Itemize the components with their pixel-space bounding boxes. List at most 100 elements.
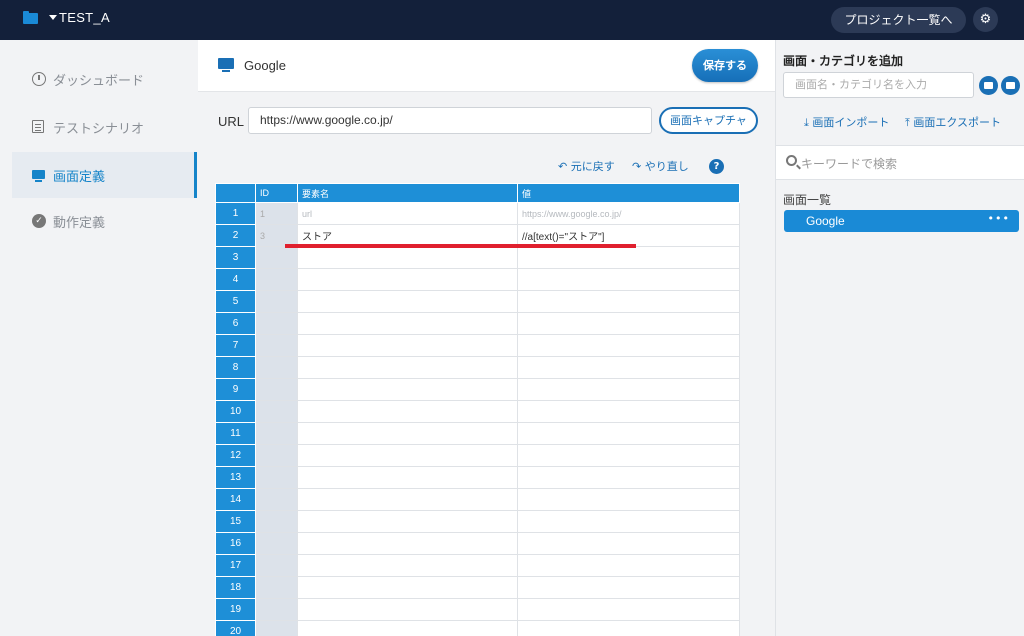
add-category-button[interactable] xyxy=(1001,76,1020,95)
element-name-cell[interactable] xyxy=(297,532,518,555)
id-cell[interactable] xyxy=(255,268,298,291)
element-value-cell[interactable] xyxy=(517,532,740,555)
element-value-cell[interactable] xyxy=(517,290,740,313)
element-name-cell[interactable] xyxy=(297,334,518,357)
element-value-cell[interactable] xyxy=(517,488,740,511)
element-value-cell[interactable]: https://www.google.co.jp/ xyxy=(517,202,740,225)
search-input[interactable]: キーワードで検索 xyxy=(801,155,897,172)
table-row[interactable]: 7 xyxy=(215,334,740,357)
table-row[interactable]: 4 xyxy=(215,268,740,291)
project-list-button[interactable]: プロジェクト一覧へ xyxy=(831,7,966,33)
element-name-cell[interactable] xyxy=(297,422,518,445)
element-value-cell[interactable] xyxy=(517,246,740,269)
table-row[interactable]: 1 1 url https://www.google.co.jp/ xyxy=(215,202,740,225)
sidebar-item-test-scenario[interactable]: テストシナリオ xyxy=(12,104,197,150)
gear-icon[interactable]: ⚙ xyxy=(973,7,998,32)
table-row[interactable]: 13 xyxy=(215,466,740,489)
element-name-cell[interactable] xyxy=(297,400,518,423)
id-cell[interactable]: 1 xyxy=(255,202,298,225)
sidebar-item-dashboard[interactable]: ダッシュボード xyxy=(12,56,197,102)
id-cell[interactable] xyxy=(255,400,298,423)
table-row[interactable]: 5 xyxy=(215,290,740,313)
element-value-cell[interactable] xyxy=(517,466,740,489)
element-name-cell[interactable] xyxy=(297,290,518,313)
caret-down-icon[interactable] xyxy=(49,15,57,20)
element-name-cell[interactable] xyxy=(297,598,518,621)
element-name-cell[interactable] xyxy=(297,510,518,533)
element-name-cell[interactable] xyxy=(297,246,518,269)
element-value-cell[interactable] xyxy=(517,510,740,533)
id-cell[interactable] xyxy=(255,466,298,489)
table-row[interactable]: 17 xyxy=(215,554,740,577)
table-row[interactable]: 12 xyxy=(215,444,740,467)
sidebar-item-screen-definition[interactable]: 画面定義 xyxy=(12,152,197,198)
more-icon[interactable]: ••• xyxy=(988,212,1010,225)
url-input[interactable]: https://www.google.co.jp/ xyxy=(248,107,652,134)
id-cell[interactable] xyxy=(255,598,298,621)
element-name-cell[interactable] xyxy=(297,576,518,599)
element-value-cell[interactable] xyxy=(517,598,740,621)
table-row[interactable]: 20 xyxy=(215,620,740,636)
table-row[interactable]: 16 xyxy=(215,532,740,555)
id-cell[interactable] xyxy=(255,356,298,379)
id-cell[interactable] xyxy=(255,488,298,511)
id-cell[interactable] xyxy=(255,444,298,467)
table-row[interactable]: 11 xyxy=(215,422,740,445)
import-link[interactable]: ⤓ 画面インポート xyxy=(804,114,889,130)
element-value-cell[interactable] xyxy=(517,422,740,445)
save-button[interactable]: 保存する xyxy=(692,49,758,82)
redo-button[interactable]: ↷ やり直し xyxy=(632,158,689,174)
element-value-cell[interactable] xyxy=(517,554,740,577)
id-cell[interactable] xyxy=(255,554,298,577)
id-cell[interactable] xyxy=(255,290,298,313)
id-cell[interactable] xyxy=(255,532,298,555)
add-screen-input[interactable]: 画面名・カテゴリ名を入力 xyxy=(783,72,974,98)
id-cell[interactable] xyxy=(255,334,298,357)
element-name-cell[interactable] xyxy=(297,554,518,577)
element-name-cell[interactable] xyxy=(297,444,518,467)
element-value-cell[interactable] xyxy=(517,576,740,599)
id-cell[interactable] xyxy=(255,378,298,401)
undo-button[interactable]: ↶ 元に戻す xyxy=(558,158,615,174)
screen-capture-button[interactable]: 画面キャプチャ xyxy=(659,107,758,134)
element-value-cell[interactable] xyxy=(517,378,740,401)
sidebar-item-action-definition[interactable]: ✓ 動作定義 xyxy=(12,198,197,244)
column-header-id[interactable]: ID xyxy=(255,183,298,203)
element-value-cell[interactable] xyxy=(517,400,740,423)
id-cell[interactable] xyxy=(255,312,298,335)
element-value-cell[interactable] xyxy=(517,444,740,467)
table-row[interactable]: 8 xyxy=(215,356,740,379)
help-icon[interactable]: ? xyxy=(709,159,724,174)
table-row[interactable]: 15 xyxy=(215,510,740,533)
element-value-cell[interactable] xyxy=(517,356,740,379)
id-cell[interactable] xyxy=(255,246,298,269)
element-name-cell[interactable] xyxy=(297,488,518,511)
element-value-cell[interactable] xyxy=(517,620,740,636)
id-cell[interactable] xyxy=(255,510,298,533)
table-row[interactable]: 9 xyxy=(215,378,740,401)
screen-list-item[interactable]: Google ••• xyxy=(784,210,1019,232)
id-cell[interactable] xyxy=(255,576,298,599)
element-name-cell[interactable] xyxy=(297,466,518,489)
id-cell[interactable] xyxy=(255,620,298,636)
table-row[interactable]: 18 xyxy=(215,576,740,599)
element-name-cell[interactable] xyxy=(297,378,518,401)
project-selector[interactable]: TEST_A xyxy=(59,10,110,25)
table-row[interactable]: 3 xyxy=(215,246,740,269)
column-header-value[interactable]: 値 xyxy=(517,183,740,203)
table-row[interactable]: 6 xyxy=(215,312,740,335)
element-name-cell[interactable] xyxy=(297,312,518,335)
export-link[interactable]: ⤒ 画面エクスポート xyxy=(905,114,1001,130)
table-row[interactable]: 19 xyxy=(215,598,740,621)
table-row[interactable]: 10 xyxy=(215,400,740,423)
element-name-cell[interactable] xyxy=(297,620,518,636)
keyword-search[interactable]: キーワードで検索 xyxy=(776,145,1024,180)
element-name-cell[interactable]: url xyxy=(297,202,518,225)
element-name-cell[interactable] xyxy=(297,268,518,291)
element-value-cell[interactable] xyxy=(517,312,740,335)
add-screen-button[interactable] xyxy=(979,76,998,95)
column-header-name[interactable]: 要素名 xyxy=(297,183,518,203)
element-value-cell[interactable] xyxy=(517,268,740,291)
element-name-cell[interactable] xyxy=(297,356,518,379)
table-row[interactable]: 14 xyxy=(215,488,740,511)
